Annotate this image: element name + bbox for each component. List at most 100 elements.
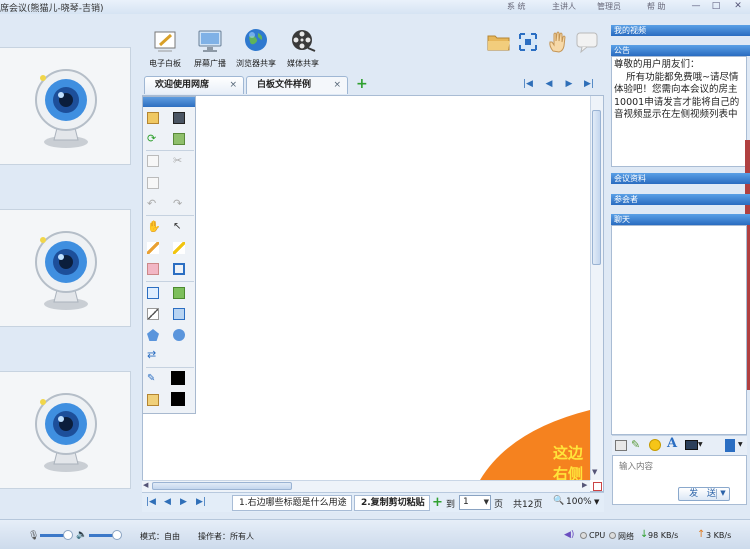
maximize-icon[interactable]: □ <box>710 0 722 12</box>
rectangle-icon[interactable] <box>173 308 185 320</box>
materials-header[interactable]: 会议资料 <box>611 173 750 184</box>
microphone-icon[interactable]: 🎙 <box>28 531 39 541</box>
page-number-input[interactable]: 1 ▼ <box>459 495 491 510</box>
prev-page-icon[interactable]: ◀ <box>164 497 171 507</box>
emoji-icon[interactable] <box>649 439 661 451</box>
webcam-icon <box>35 69 97 148</box>
open-file-icon[interactable] <box>147 112 159 124</box>
polygon-icon[interactable] <box>147 329 159 341</box>
operator-status: 操作者：所有人 <box>198 532 254 541</box>
corner-stop-icon[interactable] <box>593 482 602 491</box>
close-icon[interactable]: × <box>333 77 341 94</box>
chat-header[interactable]: 聊天 <box>611 214 750 225</box>
vertical-scroll-thumb[interactable] <box>592 110 601 265</box>
palette-header[interactable] <box>143 97 195 107</box>
copy-icon[interactable] <box>147 155 159 167</box>
add-page-icon[interactable]: + <box>432 495 443 510</box>
network-indicator-icon <box>609 532 616 539</box>
first-tab-icon[interactable]: |◀ <box>522 78 534 90</box>
panel-toggle-icon[interactable] <box>725 439 735 452</box>
my-video-header[interactable]: 我的视频 <box>611 25 750 36</box>
text-box-icon[interactable] <box>147 287 159 299</box>
chevron-down-icon[interactable]: ▼ <box>484 496 489 509</box>
chat-messages-area <box>611 225 747 435</box>
brush-icon[interactable]: ✎ <box>631 438 640 451</box>
line-color-swatch[interactable] <box>171 371 185 385</box>
menu-presenter[interactable]: 主讲人 <box>552 1 576 12</box>
speaker-icon[interactable]: 🔈 <box>76 530 87 540</box>
video-slot-1[interactable] <box>0 47 131 165</box>
media-share-button[interactable]: 媒体共享 <box>279 28 327 69</box>
zoom-dropdown-icon[interactable]: ▼ <box>594 498 599 506</box>
line-width-icon[interactable]: ✎ <box>147 373 159 385</box>
status-bar: 🎙 🔈 模式：自由 操作者：所有人 ◀) CPU 网络 ↓ 98 KB/s ↑ … <box>0 519 750 549</box>
keyboard-icon[interactable] <box>615 440 627 451</box>
browser-share-button[interactable]: 浏览器共享 <box>232 28 280 69</box>
paste-icon[interactable] <box>147 177 159 189</box>
menu-admin[interactable]: 管理员 <box>597 1 621 12</box>
image-icon[interactable] <box>173 133 185 145</box>
page-tab-2[interactable]: 2.复制剪切粘贴 <box>354 495 430 511</box>
screen-broadcast-button[interactable]: 屏幕广播 <box>186 28 234 69</box>
menu-help[interactable]: 帮 助 <box>647 1 666 12</box>
add-tab-icon[interactable]: + <box>356 76 368 92</box>
next-tab-icon[interactable]: ▶ <box>563 78 575 90</box>
page-unit-label: 页 <box>494 500 504 510</box>
arrow-line-icon[interactable]: ⇄ <box>147 349 159 361</box>
tab-whiteboard-sample[interactable]: 白板文件样例 × <box>246 76 348 94</box>
mic-slider-thumb[interactable] <box>63 530 73 540</box>
ellipse-icon[interactable] <box>173 329 185 341</box>
fill-icon[interactable] <box>147 394 159 406</box>
chevron-down-icon[interactable]: ▼ <box>698 441 703 448</box>
participants-header[interactable]: 参会者 <box>611 194 750 205</box>
highlighter-icon[interactable] <box>173 242 185 254</box>
video-slot-3[interactable] <box>0 371 131 489</box>
monitor-icon <box>197 28 223 54</box>
last-tab-icon[interactable]: ▶| <box>583 78 595 90</box>
folder-icon[interactable] <box>486 30 512 54</box>
eraser-icon[interactable] <box>147 263 159 275</box>
fill-color-swatch[interactable] <box>171 392 185 406</box>
video-slot-2[interactable] <box>0 209 131 327</box>
zoom-level[interactable]: 100% <box>566 497 592 507</box>
notice-header[interactable]: 公告 <box>611 45 750 56</box>
area-select-icon[interactable] <box>173 263 185 275</box>
hand-tool-icon[interactable]: ✋ <box>147 221 161 233</box>
pencil-icon[interactable] <box>147 242 159 254</box>
last-page-icon[interactable]: ▶| <box>196 497 206 507</box>
close-icon[interactable]: ✕ <box>732 0 744 12</box>
select-arrow-icon[interactable]: ↖ <box>173 221 185 233</box>
page-navigation-bar: |◀ ◀ ▶ ▶| 1.右边哪些标题是什么用途 2.复制剪切粘贴 + 到 1 ▼… <box>142 492 604 512</box>
line-icon[interactable] <box>147 308 159 320</box>
fullscreen-icon[interactable] <box>515 30 541 54</box>
menu-system[interactable]: 系 统 <box>507 1 526 12</box>
prev-tab-icon[interactable]: ◀ <box>543 78 555 90</box>
tab-welcome[interactable]: 欢迎使用网席 × <box>144 76 244 94</box>
horizontal-scroll-thumb[interactable] <box>152 482 292 490</box>
speaker-slider-thumb[interactable] <box>112 530 122 540</box>
refresh-icon[interactable]: ⟳ <box>147 133 159 145</box>
canvas-corner-text-1: 这边 <box>553 444 584 462</box>
scroll-down-icon[interactable]: ▼ <box>592 468 597 476</box>
page-tab-1[interactable]: 1.右边哪些标题是什么用途 <box>232 495 352 511</box>
send-options-chevron-icon[interactable]: ▼ <box>716 489 729 499</box>
minimize-icon[interactable]: — <box>690 0 702 12</box>
undo-icon[interactable]: ↶ <box>147 198 159 210</box>
font-icon[interactable]: A <box>667 436 677 451</box>
next-page-icon[interactable]: ▶ <box>180 497 187 507</box>
redo-icon[interactable]: ↷ <box>173 198 185 210</box>
cut-icon[interactable]: ✂ <box>173 155 185 167</box>
screenshot-icon[interactable] <box>685 440 698 450</box>
chevron-down-icon[interactable]: ▼ <box>738 441 743 448</box>
chat-bubble-icon[interactable] <box>574 30 600 54</box>
film-reel-icon <box>290 28 316 54</box>
scroll-right-icon[interactable]: ▶ <box>582 481 587 489</box>
close-icon[interactable]: × <box>229 77 237 94</box>
whiteboard-button[interactable]: 电子白板 <box>141 28 189 69</box>
save-icon[interactable] <box>173 112 185 124</box>
hand-icon[interactable] <box>545 30 571 54</box>
first-page-icon[interactable]: |◀ <box>146 497 156 507</box>
volume-indicator-icon: ◀) <box>564 530 575 540</box>
scroll-left-icon[interactable]: ◀ <box>143 481 148 489</box>
insert-image-icon[interactable] <box>173 287 185 299</box>
